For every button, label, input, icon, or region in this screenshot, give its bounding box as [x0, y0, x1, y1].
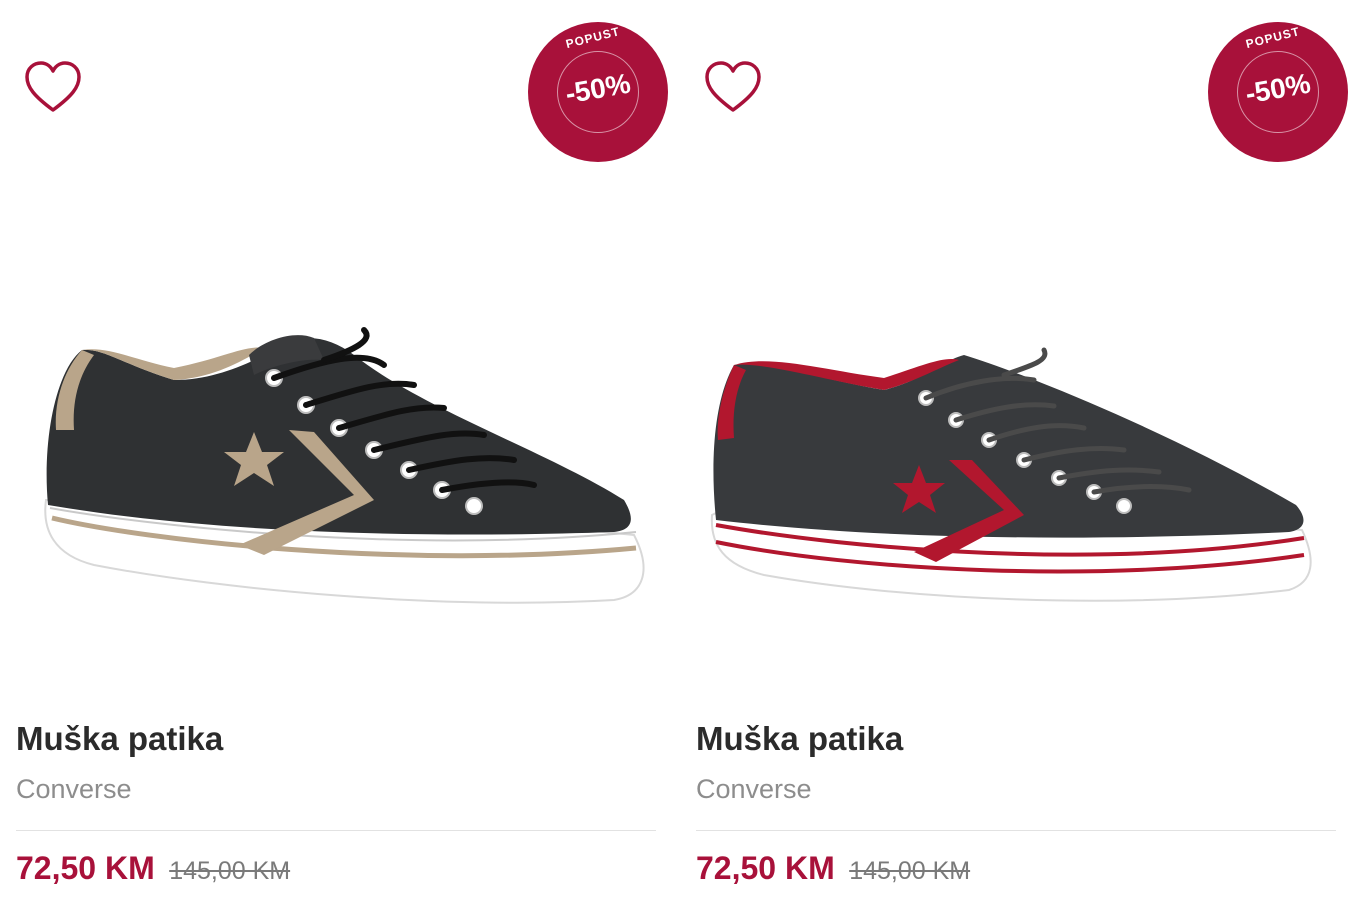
product-image[interactable] [704, 320, 1330, 620]
heart-outline-icon[interactable] [24, 60, 82, 116]
product-card[interactable]: POPUST -50% Muška patika Converse 72,50 … [16, 0, 668, 902]
current-price: 72,50 KM [16, 850, 155, 886]
price-row: 72,50 KM 145,00 KM [16, 850, 290, 887]
current-price: 72,50 KM [696, 850, 835, 886]
product-title[interactable]: Muška patika [16, 720, 223, 758]
divider [696, 830, 1336, 831]
product-image[interactable] [24, 320, 650, 620]
original-price: 145,00 KM [169, 857, 291, 885]
product-brand: Converse [696, 774, 812, 804]
product-grid: POPUST -50% Muška patika Converse 72,50 … [0, 0, 1350, 902]
discount-badge: POPUST -50% [1208, 22, 1348, 162]
product-card[interactable]: POPUST -50% Muška patika Converse 72,50 … [696, 0, 1348, 902]
price-row: 72,50 KM 145,00 KM [696, 850, 970, 887]
product-title[interactable]: Muška patika [696, 720, 903, 758]
heart-outline-icon[interactable] [704, 60, 762, 116]
discount-badge: POPUST -50% [528, 22, 668, 162]
original-price: 145,00 KM [849, 857, 971, 885]
product-brand: Converse [16, 774, 132, 804]
divider [16, 830, 656, 831]
